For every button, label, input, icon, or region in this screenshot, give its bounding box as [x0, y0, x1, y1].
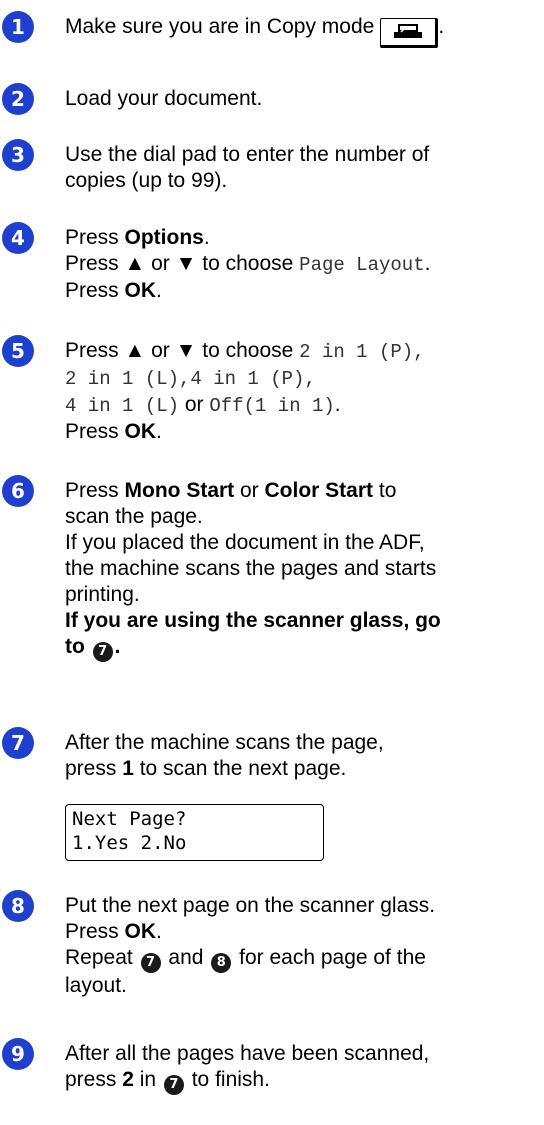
text: . — [156, 420, 162, 443]
step-reference-icon: 7 — [92, 642, 113, 662]
text: Press — [65, 420, 125, 443]
mono-start-key-name: Mono Start — [124, 479, 235, 502]
menu-value: 4 in 1 (P), — [190, 368, 316, 390]
text: . — [156, 920, 162, 943]
step-2-text: Load your document. — [65, 86, 541, 112]
text: press — [65, 757, 123, 780]
step-text-line: After all the pages have been scanned, — [65, 1042, 430, 1065]
menu-value: Page Layout — [299, 254, 425, 276]
ok-key-name: OK — [124, 279, 157, 302]
step-number-8: 8 — [2, 890, 34, 922]
menu-value: 2 in 1 (L), — [65, 368, 191, 390]
text: Press ▲ or ▼ to choose — [65, 339, 300, 362]
text: Press — [65, 479, 125, 502]
text: Press — [65, 226, 125, 249]
ok-key-name: OK — [124, 920, 157, 943]
step-text: Make sure you are in Copy mode — [65, 15, 375, 38]
text: to scan the next page. — [133, 757, 347, 780]
text: Press — [65, 920, 125, 943]
text: Press ▲ or ▼ to choose — [65, 252, 300, 275]
step-text-line: layout. — [65, 974, 127, 997]
step-text-line: After the machine scans the page, — [65, 731, 384, 754]
text: and — [162, 946, 210, 969]
text: or — [179, 393, 210, 416]
text: . — [114, 635, 121, 658]
step-number-2: 2 — [2, 83, 34, 115]
step-reference-icon: 7 — [163, 1075, 184, 1095]
step-8-text: Put the next page on the scanner glass. … — [65, 893, 541, 999]
key-name: 2 — [122, 1068, 134, 1091]
text: or — [234, 479, 265, 502]
text: press — [65, 1068, 123, 1091]
menu-value: Off(1 in 1) — [209, 395, 335, 417]
ok-key-name: OK — [124, 420, 157, 443]
step-text-line: Put the next page on the scanner glass. — [65, 894, 436, 917]
text: . — [156, 279, 162, 302]
step-text-line: the machine scans the pages and starts — [65, 557, 437, 580]
step-6-text: Press Mono Start or Color Start to scan … — [65, 478, 541, 662]
step-1-text: Make sure you are in Copy mode. — [65, 14, 541, 48]
step-7-text: After the machine scans the page, press … — [65, 730, 541, 782]
lcd-line: 1.Yes 2.No — [72, 832, 187, 854]
key-name: 1 — [122, 757, 134, 780]
step-number-9: 9 — [2, 1038, 34, 1070]
step-text: Load your document. — [65, 87, 263, 110]
text: to finish. — [185, 1068, 270, 1091]
lcd-display: Next Page? 1.Yes 2.No — [65, 804, 324, 861]
text: in — [133, 1068, 162, 1091]
step-3-text: Use the dial pad to enter the number of … — [65, 142, 541, 194]
text: Repeat — [65, 946, 139, 969]
step-number-4: 4 — [2, 222, 34, 254]
lcd-line: Next Page? — [72, 808, 187, 830]
step-number-5: 5 — [2, 335, 34, 367]
step-reference-icon: 8 — [211, 953, 232, 973]
step-number-3: 3 — [2, 139, 34, 171]
menu-value: 4 in 1 (L) — [65, 395, 180, 417]
step-text-line: Use the dial pad to enter the number of — [65, 143, 430, 166]
step-text-end: . — [438, 15, 445, 38]
text: . — [203, 226, 210, 249]
step-text-line: scan the page. — [65, 505, 203, 528]
step-number-7: 7 — [2, 727, 34, 759]
step-number-6: 6 — [2, 475, 34, 507]
text: . — [424, 252, 431, 275]
text: . — [334, 393, 341, 416]
step-9-text: After all the pages have been scanned, p… — [65, 1041, 541, 1095]
text: Press — [65, 279, 125, 302]
step-text-line: copies (up to 99). — [65, 169, 228, 192]
color-start-key-name: Color Start — [264, 479, 374, 502]
options-key-name: Options — [124, 226, 204, 249]
step-text-line: printing. — [65, 583, 140, 606]
text: to — [65, 635, 91, 658]
text: for each page of the — [233, 946, 426, 969]
step-5-text: Press ▲ or ▼ to choose 2 in 1 (P), 2 in … — [65, 338, 541, 445]
menu-value: 2 in 1 (P), — [299, 341, 425, 363]
step-text-line: If you placed the document in the ADF, — [65, 531, 425, 554]
step-number-1: 1 — [2, 11, 34, 43]
step-note-line: If you are using the scanner glass, go — [65, 609, 441, 632]
text: to — [373, 479, 397, 502]
step-reference-icon: 7 — [140, 953, 161, 973]
step-4-text: Press Options. Press ▲ or ▼ to choose Pa… — [65, 225, 541, 304]
copy-mode-key-icon — [380, 18, 439, 48]
